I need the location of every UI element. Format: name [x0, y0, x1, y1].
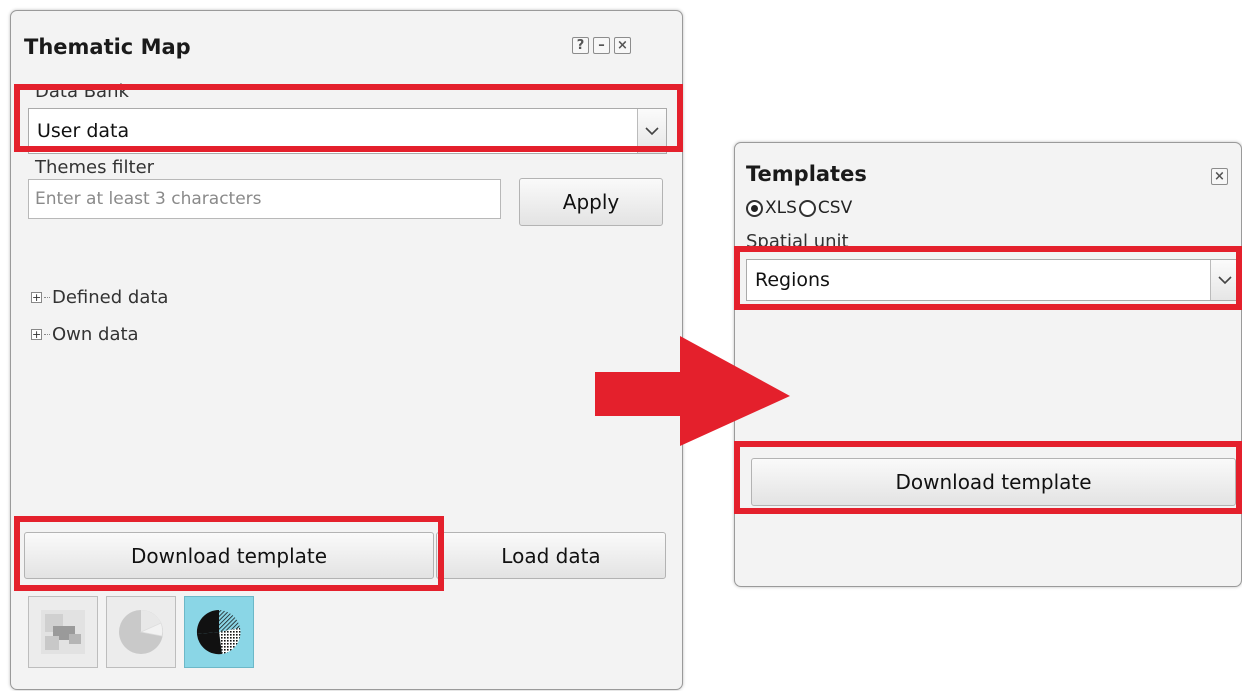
data-bank-value: User data [37, 120, 130, 142]
spatial-unit-label: Spatial unit [746, 231, 849, 252]
close-icon[interactable]: × [614, 37, 631, 54]
thematic-map-panel: Thematic Map ? – × Data Bank User data T… [10, 10, 683, 690]
xls-radio[interactable] [746, 199, 763, 217]
templates-title: Templates [746, 162, 867, 186]
themes-filter-label: Themes filter [35, 157, 155, 178]
chevron-down-icon[interactable] [637, 109, 666, 153]
format-radio-group: XLS CSV [746, 198, 854, 218]
spatial-unit-select[interactable]: Regions [746, 259, 1240, 301]
tree-connector [44, 334, 50, 335]
tree-item-label: Defined data [52, 287, 169, 308]
hatched-pie-icon [196, 609, 241, 655]
tree-item-own-data[interactable]: + Own data [31, 324, 139, 345]
download-template-button[interactable]: Download template [751, 458, 1236, 506]
csv-radio-label: CSV [817, 198, 853, 218]
hatched-pie-viz-button[interactable] [184, 596, 254, 668]
tree-item-defined-data[interactable]: + Defined data [31, 287, 168, 308]
chevron-down-icon[interactable] [1210, 260, 1239, 300]
download-template-button[interactable]: Download template [24, 532, 434, 579]
choropleth-viz-button[interactable] [28, 596, 98, 668]
csv-radio[interactable] [798, 199, 816, 217]
tree-connector [44, 297, 50, 298]
data-bank-select[interactable]: User data [28, 108, 667, 154]
pie-chart-icon [119, 610, 163, 654]
pie-viz-button[interactable] [106, 596, 176, 668]
expand-icon[interactable]: + [31, 329, 42, 340]
data-bank-label: Data Bank [35, 81, 129, 102]
arrow-right-icon [595, 336, 790, 446]
load-data-button[interactable]: Load data [436, 532, 666, 579]
themes-filter-input[interactable] [28, 179, 501, 219]
xls-radio-label: XLS [765, 198, 797, 218]
spatial-unit-value: Regions [755, 269, 830, 291]
window-buttons: ? – × [572, 37, 631, 54]
close-icon[interactable]: × [1211, 168, 1228, 185]
templates-panel: Templates × XLS CSV Spatial unit Regions… [734, 142, 1242, 587]
tree-item-label: Own data [52, 324, 139, 345]
apply-button[interactable]: Apply [519, 178, 663, 226]
choropleth-icon [41, 610, 85, 654]
help-icon[interactable]: ? [572, 37, 589, 54]
thematic-map-title: Thematic Map [24, 35, 191, 59]
expand-icon[interactable]: + [31, 292, 42, 303]
minimize-icon[interactable]: – [593, 37, 610, 54]
